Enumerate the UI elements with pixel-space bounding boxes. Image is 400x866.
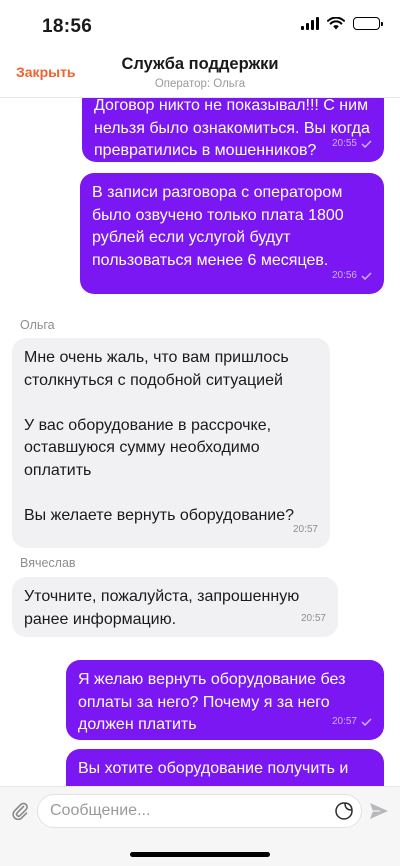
message-meta: 20:57 (332, 711, 372, 734)
message-outgoing: В записи разговора с оператором было озв… (80, 173, 384, 294)
cellular-signal-icon (301, 17, 319, 30)
send-icon[interactable] (368, 800, 390, 822)
message-text: Уточните, пожалуйста, запрошенную ранее … (24, 588, 300, 628)
message-time: 20:55 (331, 137, 357, 149)
operator-subtitle: Оператор: Ольга (154, 78, 246, 90)
read-check-icon (361, 140, 372, 148)
message-text: Договор никто не показывал!!! С ним нель… (94, 98, 370, 159)
sender-name: Ольга (20, 318, 55, 332)
message-text: Вы хотите оборудование получить и (78, 760, 349, 777)
chat-header: Закрыть Служба поддержки Оператор: Ольга (0, 50, 400, 98)
message-meta: 20:56 (332, 265, 372, 288)
status-icons (301, 17, 383, 30)
paperclip-icon[interactable] (10, 800, 30, 820)
message-time: 20:56 (331, 269, 357, 281)
sender-name: Вячеслав (20, 556, 76, 570)
status-bar: 18:56 (0, 0, 400, 50)
message-time: 20:57 (300, 612, 326, 624)
message-outgoing: Договор никто не показывал!!! С ним нель… (82, 98, 384, 162)
message-meta: 20:57 (293, 519, 318, 542)
read-check-icon (361, 272, 372, 280)
read-check-icon (361, 718, 372, 726)
message-time: 20:57 (331, 715, 357, 727)
message-list[interactable]: Договор никто не показывал!!! С ним нель… (0, 98, 400, 786)
message-input[interactable] (50, 795, 320, 827)
wifi-icon (327, 17, 345, 30)
message-meta: 20:55 (332, 133, 372, 156)
sticker-icon[interactable] (334, 801, 354, 821)
message-incoming: Уточните, пожалуйста, запрошенную ранее … (12, 577, 338, 637)
message-text: Я желаю вернуть оборудование без оплаты … (78, 671, 346, 733)
home-indicator (130, 852, 270, 857)
message-incoming: Мне очень жаль, что вам пришлось столкну… (12, 338, 330, 548)
message-composer (0, 786, 400, 866)
message-input-wrapper (37, 794, 362, 828)
status-time: 18:56 (42, 16, 93, 37)
message-outgoing: Вы хотите оборудование получить и (66, 749, 384, 786)
page-title: Служба поддержки (121, 55, 279, 73)
battery-icon (353, 17, 383, 30)
message-text: В записи разговора с оператором было озв… (92, 184, 344, 269)
message-outgoing: Я желаю вернуть оборудование без оплаты … (66, 660, 384, 740)
message-time: 20:57 (292, 523, 318, 535)
message-text: Мне очень жаль, что вам пришлось столкну… (24, 349, 295, 524)
message-meta: 20:57 (301, 608, 326, 631)
